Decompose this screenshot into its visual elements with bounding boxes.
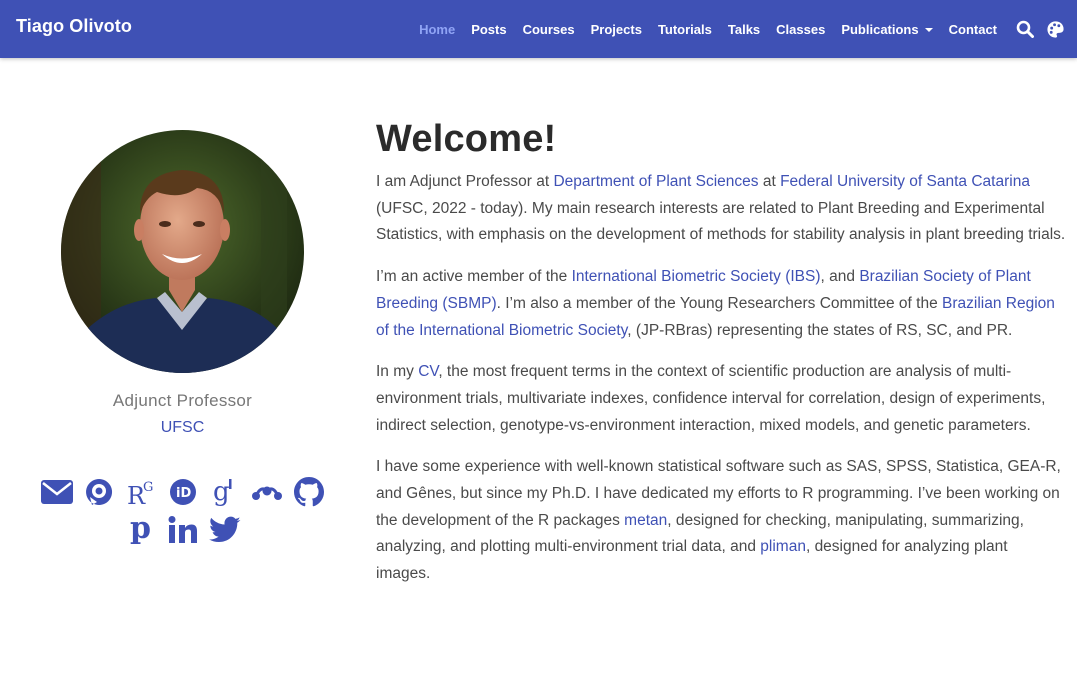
- mendeley-icon[interactable]: [249, 475, 285, 509]
- svg-text:G: G: [143, 480, 153, 495]
- svg-text:g: g: [213, 477, 230, 507]
- social-links: RG iD g p: [33, 475, 333, 547]
- page-title: Welcome!: [376, 118, 557, 160]
- p2-text-2: , and: [820, 268, 860, 286]
- p2-text-4: , (JP-RBras) representing the states of …: [627, 321, 1013, 339]
- p1-text-2: at: [758, 173, 781, 190]
- nav-tutorials[interactable]: Tutorials: [650, 22, 720, 37]
- cv-paragraph: In my CV, the most frequent terms in the…: [376, 359, 1066, 439]
- orcid-icon[interactable]: iD: [165, 475, 201, 509]
- nav-posts[interactable]: Posts: [463, 22, 514, 37]
- software-paragraph: I have some experience with well-known s…: [376, 454, 1066, 588]
- linkedin-icon[interactable]: [165, 513, 201, 547]
- caret-down-icon: [924, 28, 933, 33]
- p3-text-2: , the most frequent terms in the context…: [376, 363, 1046, 434]
- nav-classes[interactable]: Classes: [768, 22, 833, 37]
- lattes-icon[interactable]: [81, 475, 117, 509]
- membership-paragraph: I’m an active member of the Internationa…: [376, 264, 1066, 344]
- p3-text-1: In my: [376, 363, 419, 381]
- google-scholar-icon[interactable]: g: [207, 475, 243, 509]
- nav-home[interactable]: Home: [411, 22, 463, 37]
- intro-paragraph: I am Adjunct Professor at Department of …: [376, 169, 1066, 249]
- site-brand[interactable]: Tiago Olivoto: [16, 16, 132, 37]
- p1-text-1: I am Adjunct Professor at: [376, 173, 554, 190]
- search-icon[interactable]: [1015, 19, 1035, 39]
- envelope-icon[interactable]: [39, 475, 75, 509]
- twitter-icon[interactable]: [207, 513, 243, 547]
- link-metan[interactable]: metan: [624, 512, 667, 529]
- main-content: Welcome! I am Adjunct Professor at Depar…: [376, 118, 1066, 603]
- p1-text-3: (UFSC, 2022 - today). My main research i…: [376, 199, 1066, 244]
- link-cv[interactable]: CV: [418, 363, 438, 380]
- profile-organization-link[interactable]: UFSC: [161, 419, 205, 437]
- publons-icon[interactable]: p: [123, 513, 159, 547]
- top-navbar: Tiago Olivoto Home Posts Courses Project…: [0, 0, 1077, 58]
- github-icon[interactable]: [291, 475, 327, 509]
- nav-contact[interactable]: Contact: [941, 22, 1005, 37]
- avatar: [61, 130, 304, 373]
- palette-icon[interactable]: [1045, 19, 1065, 39]
- link-ibs[interactable]: International Biometric Society (IBS): [572, 268, 821, 285]
- p2-text-3: . I’m also a member of the Young Researc…: [496, 294, 943, 312]
- researchgate-icon[interactable]: RG: [123, 475, 159, 509]
- svg-text:p: p: [130, 514, 151, 546]
- link-department-plant-sciences[interactable]: Department of Plant Sciences: [553, 173, 758, 190]
- link-ufsc[interactable]: Federal University of Santa Catarina: [780, 173, 1030, 190]
- svg-text:iD: iD: [176, 486, 191, 501]
- nav-publications-dropdown[interactable]: Publications: [833, 22, 940, 37]
- profile-sidebar: Adjunct Professor UFSC RG iD g p: [30, 130, 335, 547]
- link-pliman[interactable]: pliman: [760, 538, 806, 555]
- nav-publications-label: Publications: [841, 21, 919, 37]
- p2-text-1: I’m an active member of the: [376, 268, 572, 286]
- nav-talks[interactable]: Talks: [720, 22, 768, 37]
- profile-role: Adjunct Professor: [112, 391, 253, 410]
- nav-menu: Home Posts Courses Projects Tutorials Ta…: [411, 0, 1077, 58]
- nav-projects[interactable]: Projects: [583, 22, 650, 37]
- nav-courses[interactable]: Courses: [515, 22, 583, 37]
